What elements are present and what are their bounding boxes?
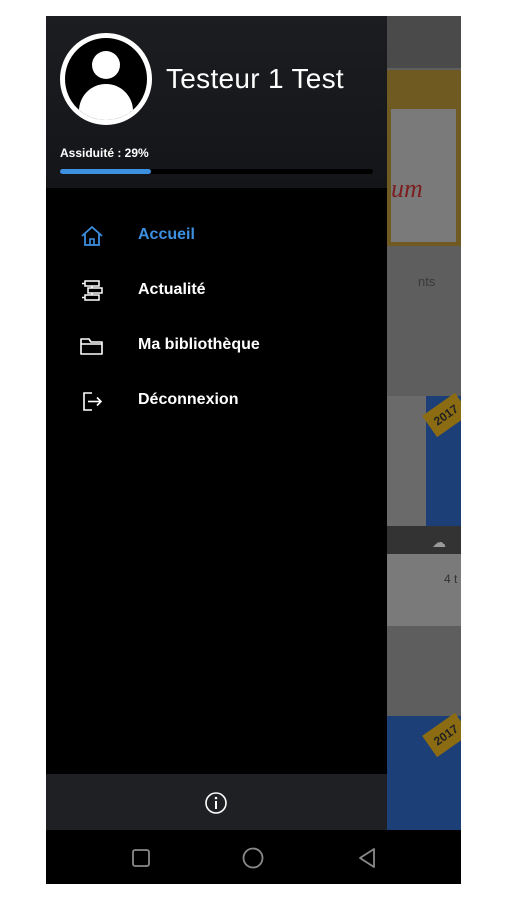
folder-icon [76,334,108,358]
attendance-progress-fill [60,169,151,174]
menu-item-label: Actualité [138,281,206,298]
menu-item-label: Accueil [138,226,195,243]
recent-apps-icon[interactable] [129,846,153,870]
info-icon[interactable] [204,791,228,815]
navigation-drawer: Testeur 1 Test Assiduité : 29% Accueil A… [46,16,387,830]
background-banner-text: um [391,174,423,203]
avatar-icon[interactable] [60,33,152,125]
background-section-text: nts [418,274,436,289]
system-navigation-bar [46,830,461,884]
news-icon [76,279,108,303]
menu-item-label: Déconnexion [138,391,239,408]
attendance-progress-bar [60,169,373,174]
back-icon[interactable] [355,846,379,870]
menu-item-accueil[interactable]: Accueil [46,214,387,269]
user-name: Testeur 1 Test [166,63,344,94]
drawer-header: Testeur 1 Test Assiduité : 29% [46,16,387,188]
menu-item-deconnexion[interactable]: Déconnexion [46,379,387,434]
menu-item-label: Ma bibliothèque [138,336,260,353]
home-icon [76,224,108,248]
menu-item-ma-bibliotheque[interactable]: Ma bibliothèque [46,324,387,379]
drawer-footer [46,774,387,830]
phone-screen: um nts 2017 ☁ 4 t 2017 Testeur 1 Test As… [46,16,461,884]
home-circle-icon[interactable] [241,846,265,870]
background-card-text: 4 t [444,572,458,586]
logout-icon [76,389,108,413]
menu-item-actualite[interactable]: Actualité [46,269,387,324]
attendance-label: Assiduité : 29% [60,146,149,160]
drawer-menu: Accueil Actualité Ma bibliothèque Déconn… [46,214,387,434]
cloud-download-icon: ☁ [432,534,446,550]
